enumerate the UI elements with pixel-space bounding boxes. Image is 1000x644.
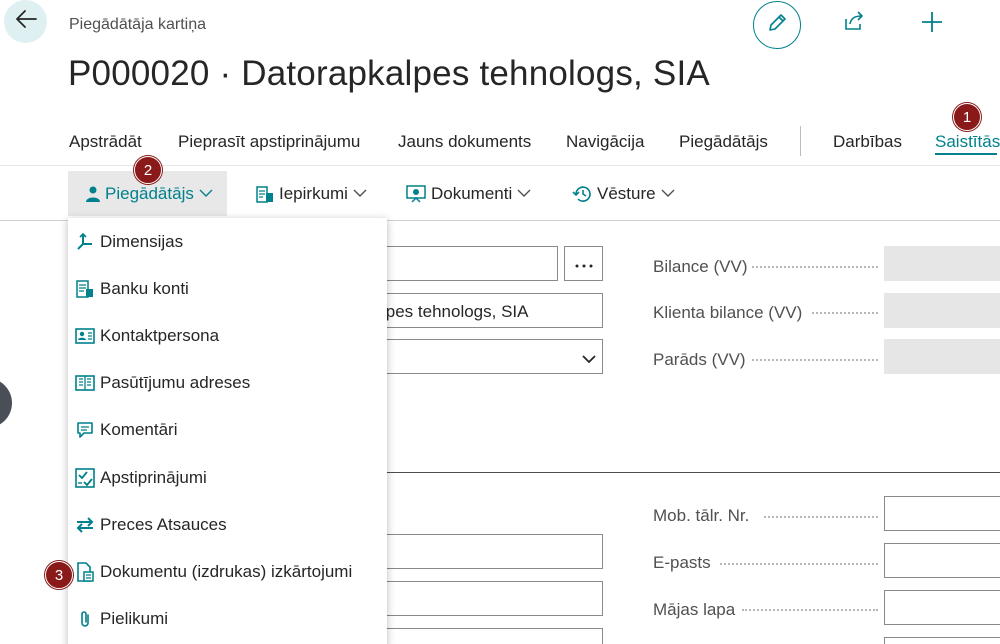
menu-item-document-layouts[interactable]: Dokumentu (izdrukas) izkārtojumi bbox=[68, 550, 387, 594]
submenu-vendor-label: Piegādātājs bbox=[105, 183, 194, 203]
email-field[interactable] bbox=[884, 543, 1000, 578]
customer-balance-value bbox=[884, 293, 1000, 328]
step-badge-2: 2 bbox=[134, 156, 162, 184]
side-panel-handle[interactable] bbox=[0, 378, 12, 428]
action-actions[interactable]: Darbības bbox=[833, 132, 902, 152]
chevron-down-icon bbox=[517, 189, 531, 198]
attachment-icon bbox=[74, 608, 96, 630]
dimensions-icon bbox=[74, 231, 96, 253]
chevron-down-icon bbox=[582, 351, 596, 369]
plus-icon bbox=[920, 10, 944, 39]
vendor-name-value: lpes tehnologs, SIA bbox=[382, 302, 529, 321]
debt-value bbox=[884, 339, 1000, 374]
extra-field[interactable] bbox=[884, 637, 1000, 644]
section-divider bbox=[386, 472, 1000, 473]
submenu-history[interactable]: Vēsture bbox=[572, 171, 675, 216]
action-process[interactable]: Apstrādāt bbox=[69, 132, 142, 152]
submenu-documents-label: Dokumenti bbox=[431, 183, 513, 203]
approvals-icon bbox=[74, 467, 96, 489]
document-layout-icon bbox=[74, 561, 96, 583]
menu-item-dimensions[interactable]: Dimensijas bbox=[68, 220, 387, 264]
submenu-documents[interactable]: Dokumenti bbox=[406, 171, 531, 216]
page-caption: Piegādātāja kartiņa bbox=[69, 16, 206, 33]
contact-card-icon bbox=[74, 325, 96, 347]
back-button[interactable] bbox=[4, 0, 47, 43]
label-dots bbox=[742, 609, 878, 611]
order-address-icon bbox=[74, 372, 96, 394]
homepage-label: Mājas lapa bbox=[653, 600, 736, 619]
menu-item-attachments[interactable]: Pielikumi bbox=[68, 597, 387, 641]
menu-item-label: Pasūtījumu adreses bbox=[100, 373, 251, 392]
action-new-document[interactable]: Jauns dokuments bbox=[398, 132, 531, 152]
chevron-down-icon bbox=[353, 189, 367, 198]
submenu-history-label: Vēsture bbox=[597, 183, 656, 203]
new-button[interactable] bbox=[918, 10, 946, 38]
vendor-name-field[interactable]: lpes tehnologs, SIA bbox=[370, 293, 603, 328]
submenu-purchases-label: Iepirkumi bbox=[279, 183, 348, 203]
label-dots bbox=[812, 312, 878, 314]
menu-item-approvals[interactable]: Apstiprinājumi bbox=[68, 456, 387, 500]
arrow-left-icon bbox=[15, 9, 37, 34]
share-button[interactable] bbox=[841, 10, 867, 36]
menu-item-label: Banku konti bbox=[100, 279, 189, 298]
share-icon bbox=[843, 10, 865, 36]
mobile-phone-label: Mob. tālr. Nr. bbox=[653, 506, 750, 525]
documents-icon bbox=[406, 184, 426, 203]
vendor-dropdown-menu: Dimensijas Banku konti Kontaktpersona Pa… bbox=[68, 218, 387, 644]
active-tab-underline bbox=[935, 153, 997, 155]
menu-item-label: Dimensijas bbox=[100, 232, 184, 251]
submenu-purchases[interactable]: Iepirkumi bbox=[256, 171, 367, 216]
menu-item-label: Dokumentu (izdrukas) izkārtojumi bbox=[100, 562, 353, 581]
email-label: E-pasts bbox=[653, 553, 711, 572]
chevron-down-icon bbox=[661, 189, 675, 198]
person-icon bbox=[86, 186, 100, 202]
chevron-down-icon bbox=[199, 189, 213, 198]
menu-item-label: Preces Atsauces bbox=[100, 515, 227, 534]
mobile-phone-field[interactable] bbox=[884, 496, 1000, 531]
ellipsis-icon bbox=[575, 255, 593, 273]
action-separator bbox=[800, 126, 801, 156]
menu-item-label: Pielikumi bbox=[100, 609, 169, 628]
customer-balance-label: Klienta bilance (VV) bbox=[653, 303, 803, 322]
action-related[interactable]: Saistītās bbox=[935, 132, 1000, 152]
page-title: P000020 · Datorapkalpes tehnologs, SIA bbox=[68, 54, 710, 93]
balance-value bbox=[884, 246, 1000, 281]
menu-item-label: Apstiprinājumi bbox=[100, 468, 207, 487]
chevron-down-icon bbox=[582, 640, 596, 644]
purchases-icon bbox=[256, 185, 274, 203]
comment-icon bbox=[74, 419, 96, 441]
action-request-approval[interactable]: Pieprasīt apstiprinājumu bbox=[178, 132, 360, 152]
menu-item-order-addresses[interactable]: Pasūtījumu adreses bbox=[68, 361, 387, 405]
item-references-icon bbox=[74, 514, 96, 536]
debt-label: Parāds (VV) bbox=[653, 350, 746, 369]
homepage-field[interactable] bbox=[884, 590, 1000, 625]
action-vendor[interactable]: Piegādātājs bbox=[679, 132, 768, 152]
label-dots bbox=[752, 266, 878, 268]
label-dots bbox=[764, 516, 878, 518]
pencil-icon bbox=[766, 12, 788, 39]
bank-accounts-icon bbox=[74, 278, 96, 300]
step-badge-1: 1 bbox=[953, 103, 981, 131]
menu-item-label: Kontaktpersona bbox=[100, 326, 220, 345]
vendor-no-field[interactable] bbox=[370, 246, 558, 281]
history-icon bbox=[572, 185, 592, 203]
address-field-2[interactable] bbox=[370, 581, 603, 616]
label-dots bbox=[752, 359, 878, 361]
menu-item-item-references[interactable]: Preces Atsauces bbox=[68, 503, 387, 547]
address-field-3[interactable] bbox=[370, 628, 603, 644]
select-field[interactable] bbox=[370, 339, 603, 374]
label-dots bbox=[720, 563, 878, 565]
menu-item-comments[interactable]: Komentāri bbox=[68, 408, 387, 452]
menu-item-bank-accounts[interactable]: Banku konti bbox=[68, 267, 387, 311]
lookup-button[interactable] bbox=[564, 246, 603, 281]
edit-button[interactable] bbox=[753, 1, 801, 49]
step-badge-3: 3 bbox=[45, 561, 73, 589]
menu-item-label: Komentāri bbox=[100, 420, 178, 439]
address-field-1[interactable] bbox=[370, 534, 603, 569]
menu-item-contact[interactable]: Kontaktpersona bbox=[68, 314, 387, 358]
balance-label: Bilance (VV) bbox=[653, 257, 748, 276]
action-navigation[interactable]: Navigācija bbox=[566, 132, 644, 152]
